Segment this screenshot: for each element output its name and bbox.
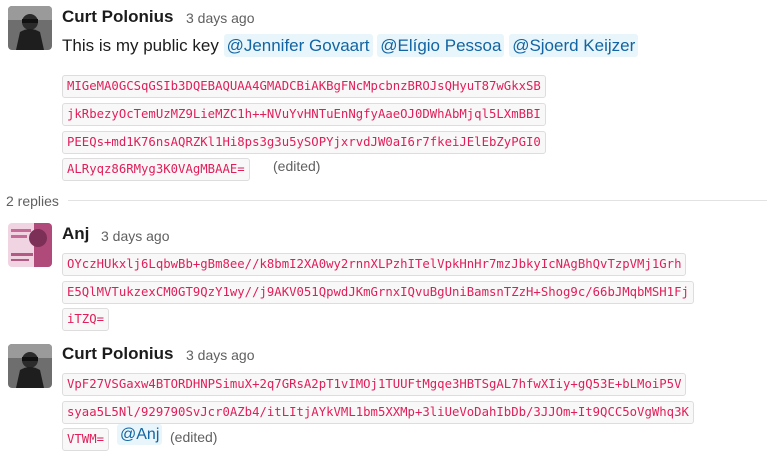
mention-sjoerd[interactable]: @Sjoerd Keijzer: [509, 34, 639, 57]
mention-jennifer[interactable]: @Jennifer Govaart: [223, 34, 373, 57]
code-line: MIGeMA0GCSqGSIb3DQEBAQUAA4GMADCBiAKBgFNc…: [62, 75, 546, 98]
timestamp[interactable]: 3 days ago: [186, 347, 255, 363]
code-line: VpF27VSGaxw4BTORDHNPSimuX+2q7GRsA2pT1vIM…: [62, 373, 687, 396]
timestamp[interactable]: 3 days ago: [101, 228, 170, 244]
sender-name[interactable]: Curt Polonius: [62, 344, 173, 364]
mention-anj[interactable]: @Anj: [117, 424, 163, 445]
replies-count[interactable]: 2 replies: [6, 193, 59, 209]
mention-anj-wrapper: @Anj: [117, 424, 163, 445]
avatar[interactable]: [8, 344, 52, 388]
avatar[interactable]: [8, 223, 52, 267]
timestamp[interactable]: 3 days ago: [186, 10, 255, 26]
message-text: This is my public key @Jennifer Govaart …: [62, 34, 639, 57]
sender-name[interactable]: Curt Polonius: [62, 7, 173, 27]
code-line: OYczHUkxlj6LqbwBb+gBm8ee//k8bmI2XA0wy2rn…: [62, 253, 687, 276]
code-line: jkRbezyOcTemUzMZ9LieMZC1h++NVuYvHNTuEnNg…: [62, 103, 546, 126]
avatar[interactable]: [8, 6, 52, 50]
message-curt-2: Curt Polonius 3 days ago VpF27VSGaxw4BTO…: [0, 340, 767, 457]
message-anj: Anj 3 days ago OYczHUkxlj6LqbwBb+gBm8ee/…: [0, 222, 767, 332]
thread-divider: [68, 200, 767, 201]
edited-label: (edited): [170, 429, 218, 445]
message-body: This is my public key: [62, 36, 219, 55]
code-line: VTWM=: [62, 428, 110, 451]
sender-name[interactable]: Anj: [62, 224, 89, 244]
message-curt-1: Curt Polonius 3 days ago This is my publ…: [0, 0, 767, 190]
code-line: PEEQs+md1K76nsAQRZKl1Hi8ps3g3u5ySOPYjxrv…: [62, 131, 546, 154]
code-line: E5QlMVTukzexCM0GT9QzY1wy//j9AKV051QpwdJK…: [62, 281, 694, 304]
code-line: syaa5L5Nl/929790SvJcr0AZb4/itLItjAYkVML1…: [62, 401, 694, 424]
code-line: ALRyqz86RMyg3K0VAgMBAAE=: [62, 158, 250, 181]
code-line: iTZQ=: [62, 308, 110, 331]
edited-label: (edited): [273, 158, 321, 174]
mention-eligio[interactable]: @Elígio Pessoa: [377, 34, 505, 57]
